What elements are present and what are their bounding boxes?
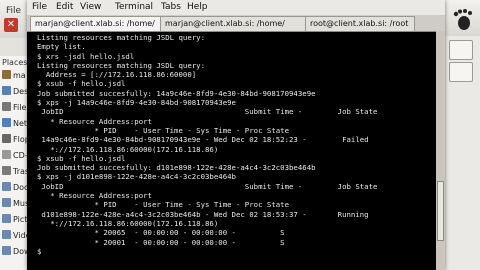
menu-file[interactable]: File [32,2,47,12]
folder-icon [2,166,11,175]
terminal-line: $ xps -j 14a9c46e-8fd9-4e30-84bd-9081709… [37,98,236,108]
toolbar-button[interactable] [449,40,473,60]
terminal-tab-bar: marjan@client.xlab.si: /home/ marjan@cli… [27,15,445,32]
folder-icon [2,150,11,159]
terminal-line: Listing resources matching JSDL query: [37,60,206,70]
terminal-line: *://172.16.118.86:60000(172.16.118.86) [37,218,219,228]
folder-icon [2,86,11,95]
terminal-line: 14a9c46e-8fd9-4e30-84bd-908170943e9e - W… [37,135,369,145]
menu-help[interactable]: Help [187,2,208,12]
folder-icon [2,182,11,191]
folder-icon [2,230,11,239]
sidebar-item-label: File [13,103,27,112]
terminal-line: JobID Submit Time - Job State [37,181,378,191]
terminal-line: * 20065 - 00:00:00 - 00:00:00 - S [37,228,285,238]
folder-icon [2,102,11,111]
menu-view[interactable]: View [80,2,101,12]
terminal-scrollbar[interactable] [436,31,445,270]
terminal-line: $ xps -j d101e898-122e-428e-a4c4-3c2c03b… [37,172,236,182]
folder-icon [2,198,11,207]
terminal-line: Job submitted succesfully: 14a9c46e-8fd9… [37,88,316,98]
terminal-menubar: File Edit View Terminal Tabs Help [27,0,445,16]
folder-icon [2,214,11,223]
terminal-line: * Resource Address:port [37,191,152,201]
terminal-line: * PID - User Time - Sys Time - Proc Stat… [37,125,290,135]
tab-home-2[interactable]: marjan@client.xlab.si: /home/ [160,16,308,31]
terminal-line: * Resource Address:port [37,116,152,126]
folder-icon [2,246,11,255]
toolbar-button[interactable] [449,62,473,82]
terminal-line: $ xsub -f hello.jsdl [37,153,126,163]
folder-icon [2,70,11,79]
gnome-foot-icon [453,9,472,30]
places-label: Places [2,58,28,67]
terminal-line: * 20001 - 00:00:00 - 00:00:00 - S [37,237,285,247]
terminal-output[interactable]: Listing resources matching JSDL query: Em… [37,33,433,270]
terminal-line: Job submitted succesfully: d101e898-122e… [37,163,316,173]
terminal-line: d101e898-122e-428e-a4c4-3c2c03be464b - W… [37,209,369,219]
terminal-window[interactable]: File Edit View Terminal Tabs Help marjan… [27,0,445,270]
close-icon[interactable]: ✕ [4,18,18,32]
terminal-line: Listing resources matching JSDL query: [37,33,206,42]
folder-icon [2,118,11,127]
terminal-line: Address = [://172.16.118.86:60000] [37,70,197,80]
menu-terminal[interactable]: Terminal [115,2,153,12]
terminal-line: JobID Submit Time - Job State [37,107,378,117]
sidebar-item-label: Des [13,87,29,96]
tab-root[interactable]: root@client.xlab.si: /root [305,16,415,31]
menu-edit[interactable]: Edit [56,2,73,12]
terminal-line: $ [37,246,42,256]
scrollbar-thumb[interactable] [437,181,444,241]
background-file-menu[interactable]: File [6,6,21,16]
sidebar-item-label: ma [13,71,26,80]
terminal-line: Empty list. [37,42,86,52]
menu-tabs[interactable]: Tabs [161,2,181,12]
folder-icon [2,134,11,143]
sidebar-item-label: Pict [13,215,28,224]
tab-home-1[interactable]: marjan@client.xlab.si: /home/ [30,16,163,31]
terminal-line: * PID - User Time - Sys Time - Proc Stat… [37,200,290,210]
terminal-line: $ xsub -f hello.jsdl [37,79,126,89]
terminal-line: $ xrs -jsdl hello.jsdl [37,51,135,61]
terminal-line: *://172.16.118.86:60000(172.16.118.86) [37,144,219,154]
